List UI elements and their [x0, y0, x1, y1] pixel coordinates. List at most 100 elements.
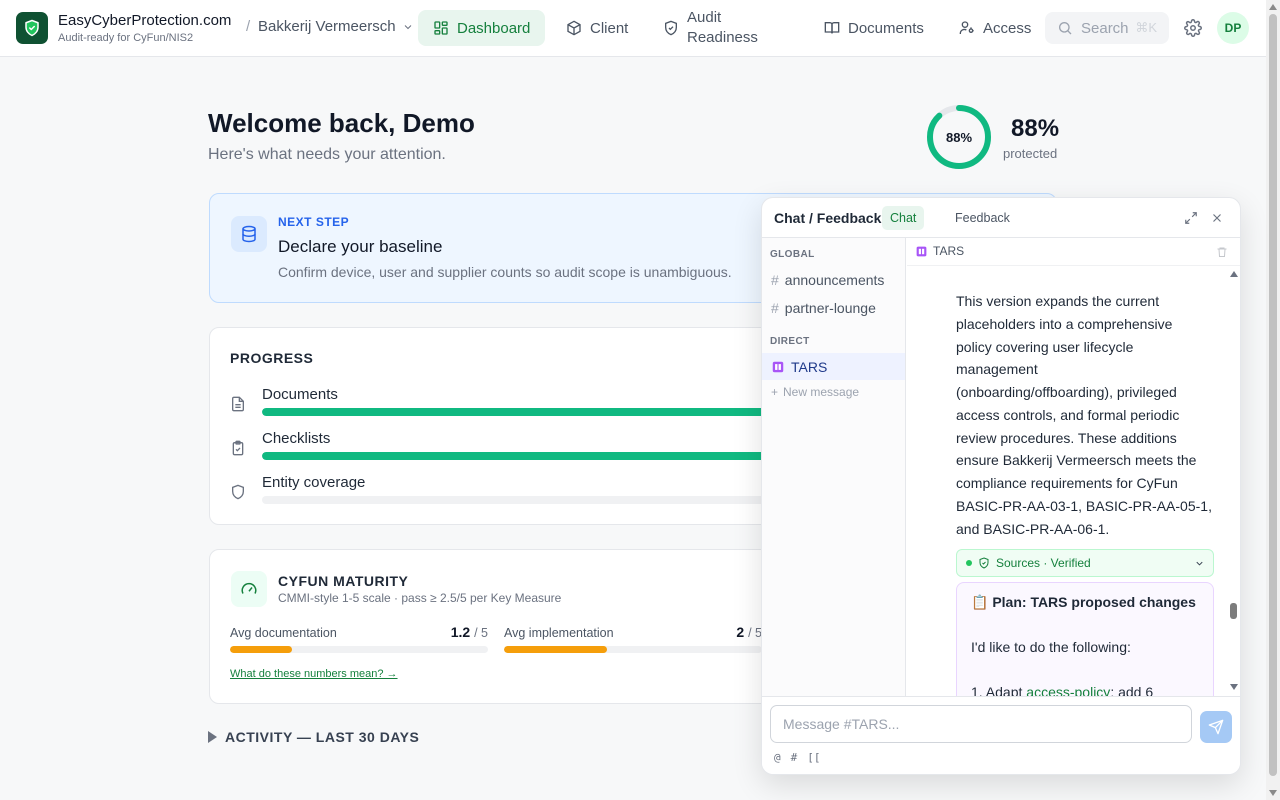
nav-access-label: Access	[983, 19, 1032, 37]
message-text: This version expands the current placeho…	[956, 290, 1214, 540]
conversation-scrollbar[interactable]	[1228, 267, 1240, 696]
scroll-thumb[interactable]	[1230, 603, 1237, 619]
conversation-label: TARS	[933, 244, 965, 258]
tenant-name: Bakkerij Vermeersch	[258, 18, 396, 35]
progress-label: Entity coverage	[262, 474, 366, 491]
plan-card: 📋 Plan: TARS proposed changes I'd like t…	[956, 582, 1214, 696]
scroll-up-arrow[interactable]	[1230, 271, 1238, 277]
direct-label: TARS	[791, 358, 828, 375]
mention-tool[interactable]: @	[774, 751, 781, 764]
expand-icon[interactable]	[1184, 211, 1198, 225]
nav-client[interactable]: Client	[551, 10, 643, 46]
message-line: access controls, and formal periodic	[956, 406, 1180, 423]
activity-label: ACTIVITY — LAST 30 DAYS	[225, 729, 420, 745]
brand-logo-icon[interactable]	[16, 12, 48, 44]
metric-number: 2	[736, 624, 745, 640]
nav-audit-readiness[interactable]: Audit Readiness	[648, 8, 782, 48]
new-message-label: New message	[783, 385, 860, 399]
metric-number: 1.2	[450, 624, 471, 640]
close-icon[interactable]	[1210, 211, 1224, 225]
metric-fill	[504, 646, 608, 653]
plan-item-suffix: : add 6	[1110, 684, 1154, 696]
metric-track	[504, 646, 762, 653]
protection-label: protected	[1003, 146, 1058, 161]
message-line: This version expands the current	[956, 293, 1160, 309]
status-dot	[966, 560, 972, 566]
nav-dashboard-label: Dashboard	[457, 19, 531, 37]
brand-tagline: Audit-ready for CyFun/NIS2	[58, 32, 194, 44]
plan-title: 📋 Plan: TARS proposed changes	[971, 594, 1196, 610]
message-input[interactable]	[770, 705, 1192, 743]
database-icon	[231, 216, 267, 252]
sources-label: Sources · Verified	[996, 556, 1091, 570]
gauge-icon	[231, 571, 267, 607]
tab-chat[interactable]: Chat	[882, 206, 925, 230]
shield-check-icon	[979, 557, 989, 569]
chat-panel: Chat / Feedback Chat Feedback GLOBAL # a…	[761, 197, 1241, 775]
nav-dashboard[interactable]: Dashboard	[418, 10, 546, 46]
plan-item-link[interactable]: access-policy	[1026, 684, 1110, 696]
scroll-down-arrow[interactable]	[1230, 684, 1238, 690]
message-line: management	[956, 361, 1038, 378]
channel-partner-lounge[interactable]: # partner-lounge	[762, 294, 905, 321]
metric-value: 1.2 / 5	[451, 624, 488, 640]
send-button[interactable]	[1200, 711, 1232, 743]
tenant-selector[interactable]: Bakkerij Vermeersch	[258, 18, 414, 35]
chat-header: Chat / Feedback Chat Feedback	[762, 198, 1240, 238]
activity-toggle[interactable]: ACTIVITY — LAST 30 DAYS	[208, 729, 419, 745]
new-message-button[interactable]: + New message	[771, 385, 859, 399]
send-icon	[1208, 719, 1224, 735]
plan-intro: I'd like to do the following:	[971, 639, 1131, 655]
channel-label: announcements	[784, 271, 885, 288]
scroll-down-arrow[interactable]	[1269, 790, 1277, 796]
metric-fill	[230, 646, 292, 653]
direct-tars[interactable]: TARS	[762, 353, 905, 380]
book-open-icon	[824, 22, 840, 34]
maturity-title: CYFUN MATURITY	[278, 573, 409, 589]
page-scrollbar[interactable]	[1266, 0, 1280, 800]
channel-label: partner-lounge	[784, 299, 876, 316]
nav-audit-label: Audit Readiness	[687, 9, 758, 46]
cube-icon	[567, 20, 581, 36]
next-step-eyebrow: NEXT STEP	[278, 215, 350, 229]
message-line: BASIC-PR-AA-03-1, BASIC-PR-AA-05-1,	[956, 497, 1212, 514]
metric-label: Avg implementation	[504, 626, 614, 640]
metric-track	[230, 646, 488, 653]
clipboard-check-icon	[232, 440, 244, 456]
shield-icon	[232, 484, 244, 500]
conversation-header: TARS	[907, 238, 1240, 266]
link-tool[interactable]: [[	[807, 751, 820, 764]
scroll-thumb[interactable]	[1269, 14, 1277, 776]
avatar[interactable]: DP	[1217, 12, 1249, 44]
protection-percent: 88%	[1011, 115, 1060, 142]
metric-label: Avg documentation	[230, 626, 337, 640]
nav-client-label: Client	[590, 19, 629, 37]
chevron-down-icon	[404, 24, 411, 29]
progress-title: PROGRESS	[230, 350, 314, 366]
gear-icon[interactable]	[1184, 19, 1202, 37]
brand-name[interactable]: EasyCyberProtection.com	[58, 12, 231, 29]
search-box[interactable]: Search ⌘K	[1045, 12, 1169, 44]
message-line: (onboarding/offboarding), privileged	[956, 384, 1177, 400]
nav-access[interactable]: Access	[944, 10, 1046, 46]
tab-feedback[interactable]: Feedback	[947, 206, 1018, 230]
search-icon	[1059, 22, 1072, 35]
hash-icon: #	[771, 299, 779, 316]
group-global: GLOBAL	[770, 249, 815, 260]
channel-announcements[interactable]: # announcements	[762, 266, 905, 293]
channel-tool[interactable]: #	[791, 751, 798, 764]
trash-icon[interactable]	[1216, 246, 1228, 258]
group-direct: DIRECT	[770, 336, 810, 347]
sources-verified-toggle[interactable]: Sources · Verified	[956, 549, 1214, 577]
top-navigation: EasyCyberProtection.com Audit-ready for …	[0, 0, 1266, 57]
maturity-subtitle: CMMI-style 1-5 scale · pass ≥ 2.5/5 per …	[278, 591, 562, 605]
maturity-help-link[interactable]: What do these numbers mean? →	[230, 668, 398, 680]
scroll-up-arrow[interactable]	[1269, 4, 1277, 10]
message-line: ensure Bakkerij Vermeersch meets the	[956, 452, 1197, 469]
next-step-description: Confirm device, user and supplier counts…	[278, 264, 732, 280]
progress-label: Checklists	[262, 430, 331, 447]
nav-documents[interactable]: Documents	[809, 10, 939, 46]
conversation-body: This version expands the current placeho…	[907, 267, 1240, 696]
chevron-down-icon	[1196, 561, 1203, 566]
page-title: Welcome back, Demo	[208, 108, 475, 138]
